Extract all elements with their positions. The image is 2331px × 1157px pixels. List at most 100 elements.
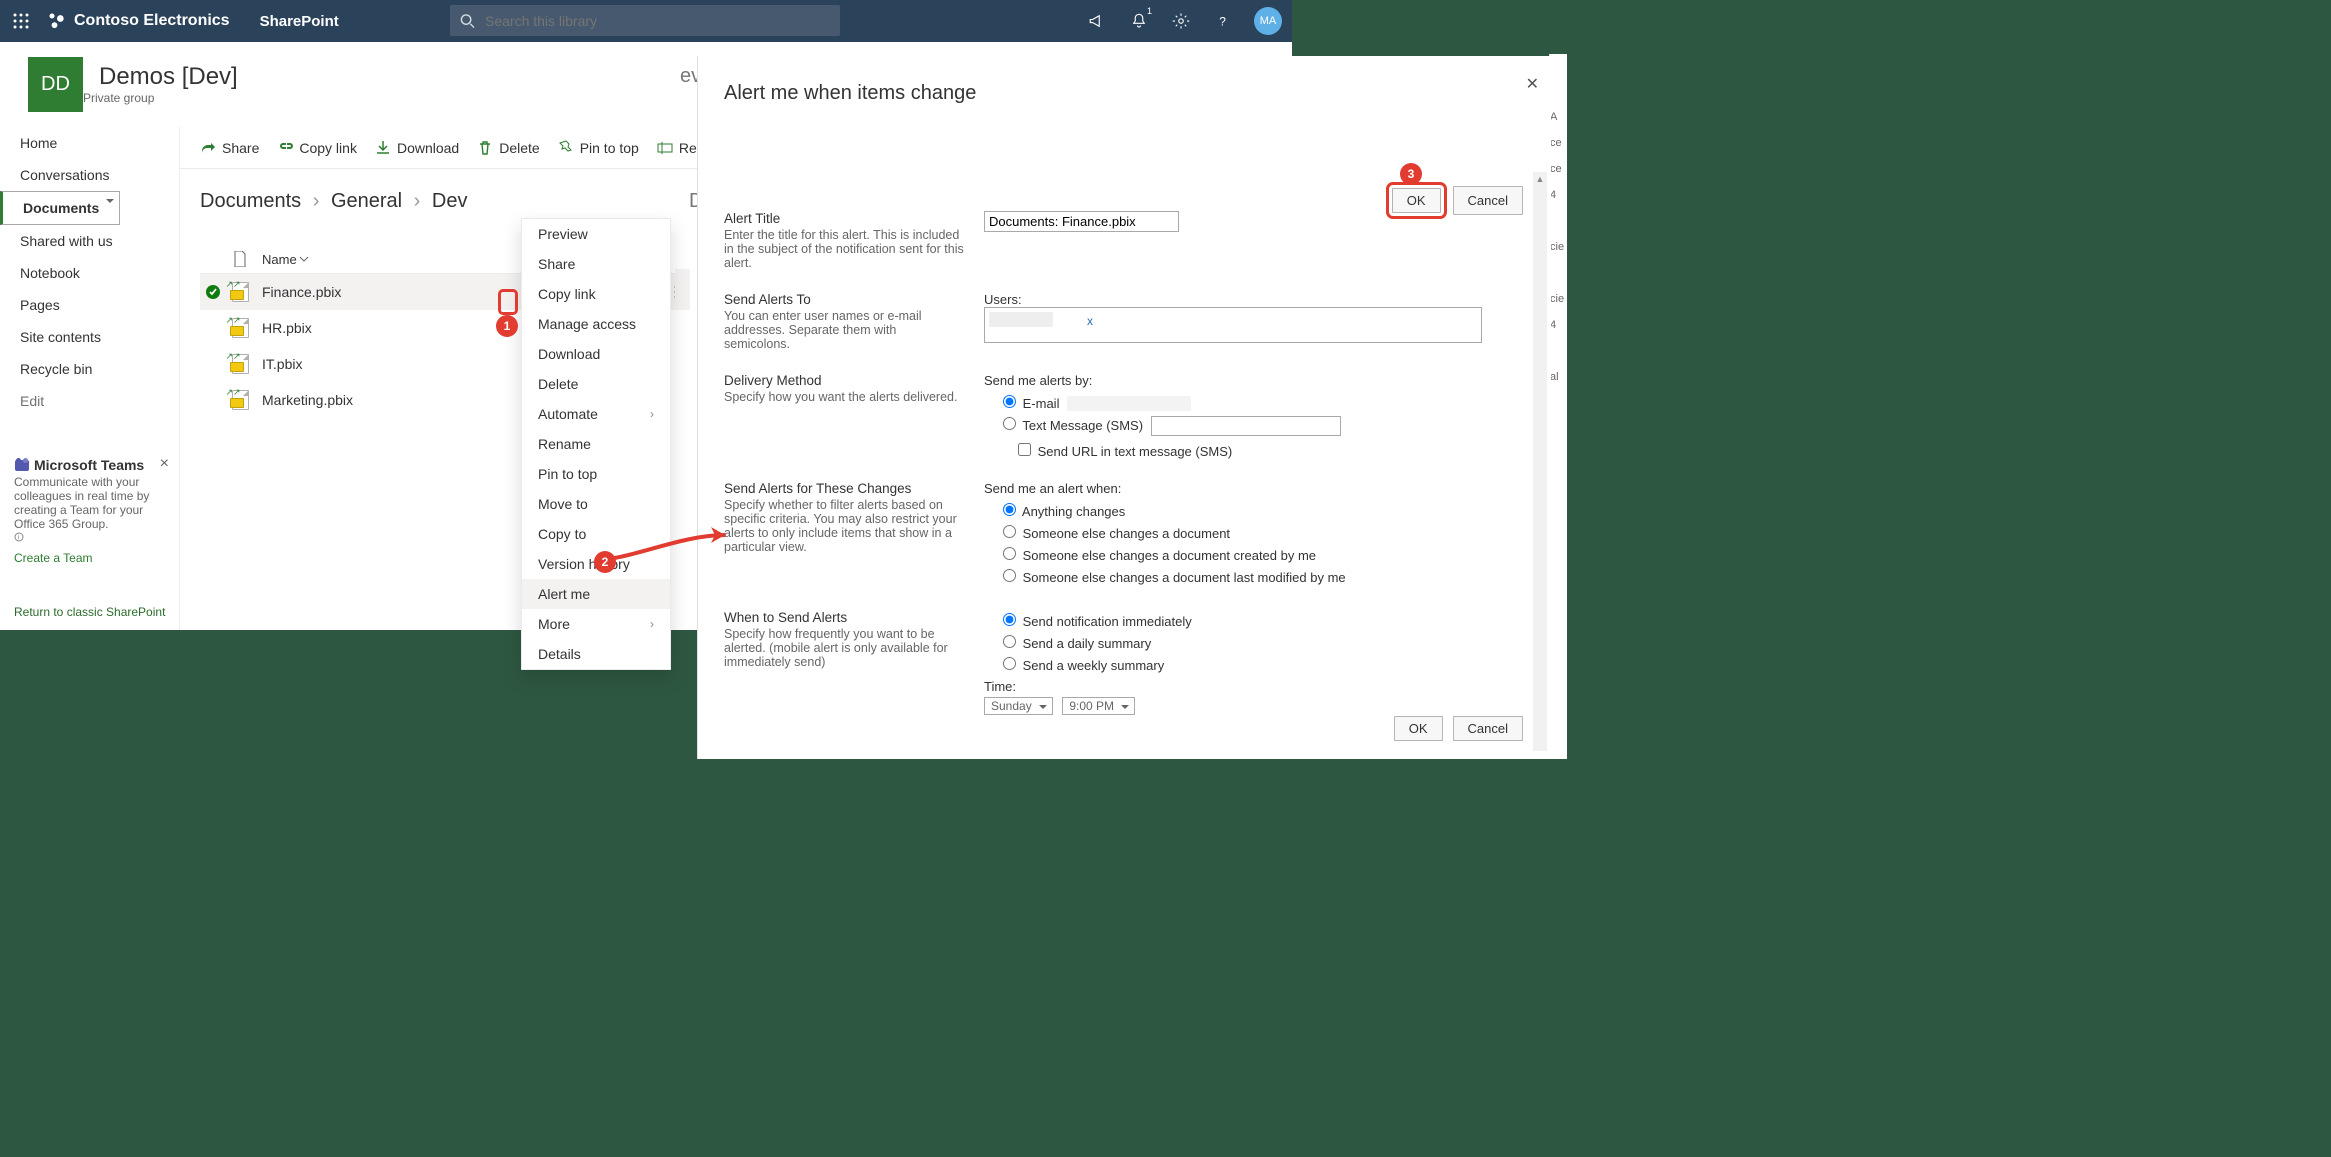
create-team-link[interactable]: Create a Team — [14, 551, 169, 565]
menu-item-automate[interactable]: Automate› — [522, 399, 670, 429]
radio-email[interactable]: E-mail — [998, 396, 1059, 411]
search-box[interactable] — [450, 5, 840, 36]
type-column-icon[interactable] — [226, 251, 254, 267]
radio-anything[interactable]: Anything changes — [998, 504, 1125, 519]
nav-item-documents[interactable]: Documents — [0, 191, 120, 225]
alert-title-label: Alert Title — [724, 211, 964, 226]
nav-item-conversations[interactable]: Conversations — [0, 159, 179, 191]
close-icon[interactable]: ✕ — [1526, 74, 1539, 94]
menu-item-alert-me[interactable]: Alert me — [522, 579, 670, 609]
annotation-3: 3 — [1400, 163, 1422, 185]
user-avatar[interactable]: MA — [1254, 7, 1282, 35]
notif-badge: 1 — [1147, 6, 1152, 16]
menu-item-move-to[interactable]: Move to — [522, 489, 670, 519]
alert-title-desc: Enter the title for this alert. This is … — [724, 228, 964, 270]
panel-title: Alert me when items change — [698, 56, 1551, 105]
send-by-label: Send me alerts by: — [984, 373, 1535, 388]
menu-item-download[interactable]: Download — [522, 339, 670, 369]
app-name[interactable]: SharePoint — [260, 13, 339, 30]
nav-item-pages[interactable]: Pages — [0, 289, 179, 321]
cmd-delete[interactable]: Delete — [477, 140, 539, 156]
remove-user-icon[interactable]: x — [1087, 314, 1093, 328]
pbix-file-icon: ↗↗ — [226, 282, 254, 302]
sms-input[interactable] — [1151, 416, 1341, 436]
cmd-pin[interactable]: Pin to top — [558, 140, 639, 156]
radio-else-created[interactable]: Someone else changes a document created … — [998, 548, 1316, 563]
classic-link[interactable]: Return to classic SharePoint — [14, 605, 165, 619]
suite-bar: Contoso Electronics SharePoint 1 ? MA — [0, 0, 1292, 42]
breadcrumb: Documents › General › Dev — [200, 190, 467, 213]
search-input[interactable] — [483, 12, 830, 30]
time-label: Time: — [984, 679, 1535, 694]
radio-daily[interactable]: Send a daily summary — [998, 636, 1151, 651]
left-nav: HomeConversationsDocumentsShared with us… — [0, 127, 180, 630]
settings-icon[interactable] — [1160, 0, 1202, 42]
day-select[interactable]: Sunday — [984, 697, 1053, 715]
menu-item-delete[interactable]: Delete — [522, 369, 670, 399]
ok-button-top[interactable]: OK — [1392, 188, 1441, 213]
notifications-icon[interactable]: 1 — [1118, 0, 1160, 42]
nav-edit[interactable]: Edit — [0, 385, 179, 417]
teams-promo: × Microsoft Teams Communicate with your … — [14, 457, 169, 565]
alert-title-input[interactable] — [984, 211, 1179, 232]
radio-immediate[interactable]: Send notification immediately — [998, 614, 1192, 629]
users-label: Users: — [984, 292, 1535, 307]
menu-item-pin-to-top[interactable]: Pin to top — [522, 459, 670, 489]
menu-item-details[interactable]: Details — [522, 639, 670, 669]
menu-item-rename[interactable]: Rename — [522, 429, 670, 459]
pbix-file-icon: ↗↗ — [226, 354, 254, 374]
alert-panel: Alert me when items change ✕ OK Cancel ▲… — [697, 56, 1551, 759]
name-column[interactable]: Name — [262, 252, 309, 267]
alert-when-label: Send me an alert when: — [984, 481, 1535, 496]
radio-sms[interactable]: Text Message (SMS) — [998, 418, 1143, 433]
site-title[interactable]: Demos [Dev] — [99, 63, 238, 92]
changes-label: Send Alerts for These Changes — [724, 481, 964, 496]
nav-item-site-contents[interactable]: Site contents — [0, 321, 179, 353]
menu-item-manage-access[interactable]: Manage access — [522, 309, 670, 339]
users-input[interactable]: x — [984, 307, 1482, 343]
tenant-logo-icon — [46, 10, 68, 32]
menu-item-share[interactable]: Share — [522, 249, 670, 279]
send-to-desc: You can enter user names or e-mail addre… — [724, 309, 964, 351]
delivery-desc: Specify how you want the alerts delivere… — [724, 390, 964, 404]
scrollbar[interactable]: ▲ — [1533, 172, 1547, 751]
cmd-download[interactable]: Download — [375, 140, 459, 156]
bc-root[interactable]: Documents — [200, 190, 301, 212]
menu-item-copy-link[interactable]: Copy link — [522, 279, 670, 309]
obscured-panel-strip: Acece4ciecie4al — [1549, 54, 1567, 759]
bc-leaf[interactable]: Dev — [432, 190, 468, 212]
nav-item-recycle-bin[interactable]: Recycle bin — [0, 353, 179, 385]
annotation-2: 2 — [594, 551, 616, 573]
nav-item-shared-with-us[interactable]: Shared with us — [0, 225, 179, 257]
chevron-right-icon: › — [650, 617, 654, 631]
chevron-right-icon: › — [414, 190, 421, 212]
radio-else-modified[interactable]: Someone else changes a document last mod… — [998, 570, 1346, 585]
radio-else-changes[interactable]: Someone else changes a document — [998, 526, 1230, 541]
radio-weekly[interactable]: Send a weekly summary — [998, 658, 1164, 673]
cmd-share[interactable]: Share — [200, 140, 259, 156]
nav-item-notebook[interactable]: Notebook — [0, 257, 179, 289]
teams-body: Communicate with your colleagues in real… — [14, 475, 169, 531]
bc-folder[interactable]: General — [331, 190, 402, 212]
chevron-right-icon: › — [313, 190, 320, 212]
menu-item-more[interactable]: More› — [522, 609, 670, 639]
changes-desc: Specify whether to filter alerts based o… — [724, 498, 964, 554]
chevron-down-icon — [299, 254, 309, 264]
annotation-1: 1 — [496, 315, 518, 337]
megaphone-icon[interactable] — [1076, 0, 1118, 42]
nav-item-home[interactable]: Home — [0, 127, 179, 159]
context-menu: PreviewShareCopy linkManage accessDownlo… — [521, 218, 671, 670]
cmd-copy-link[interactable]: Copy link — [277, 140, 357, 156]
close-icon[interactable]: × — [160, 455, 169, 473]
hour-select[interactable]: 9:00 PM — [1062, 697, 1135, 715]
cancel-button-bottom[interactable]: Cancel — [1453, 716, 1523, 741]
checkbox-send-url[interactable]: Send URL in text message (SMS) — [1014, 444, 1232, 459]
help-icon[interactable]: ? — [1202, 0, 1244, 42]
tenant-name[interactable]: Contoso Electronics — [74, 12, 230, 30]
ok-button-bottom[interactable]: OK — [1394, 716, 1443, 741]
when-desc: Specify how frequently you want to be al… — [724, 627, 964, 669]
menu-item-preview[interactable]: Preview — [522, 219, 670, 249]
app-launcher-icon[interactable] — [0, 0, 42, 42]
site-logo[interactable]: DD — [28, 57, 83, 112]
obscured-column — [675, 245, 690, 415]
